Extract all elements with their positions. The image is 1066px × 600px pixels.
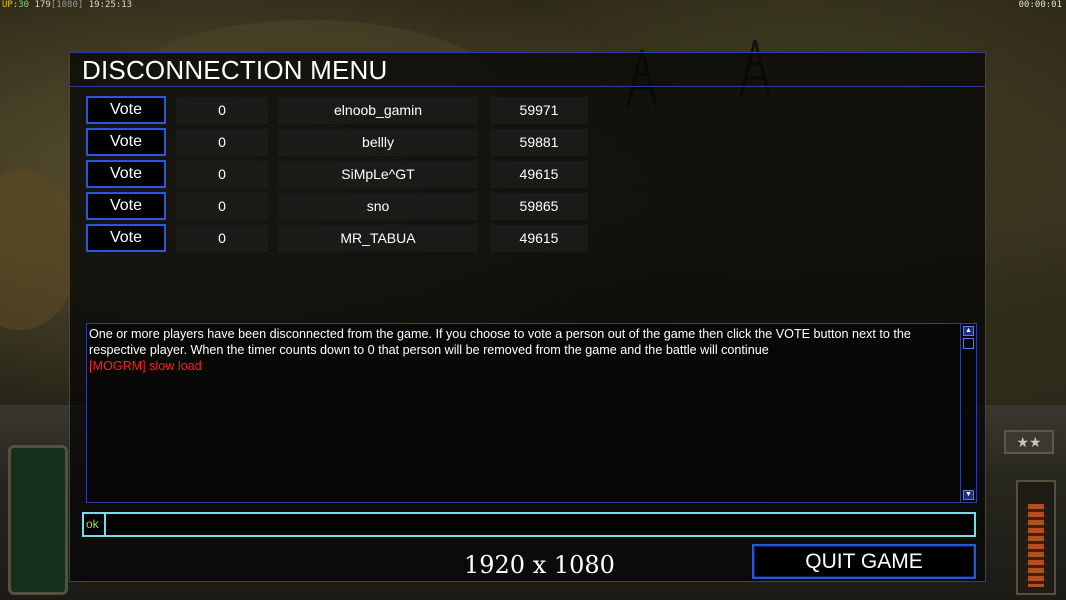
chat-prefix: ok (86, 514, 106, 535)
game-timer: 00:00:01 (1018, 0, 1062, 10)
player-name: MR_TABUA (278, 225, 478, 252)
vote-button[interactable]: Vote (86, 128, 166, 156)
disconnection-menu: DISCONNECTION MENU Vote 0 elnoob_gamin 5… (69, 52, 986, 582)
quit-game-button[interactable]: QUIT GAME (752, 544, 976, 579)
resolution-tag: [1080] (50, 0, 84, 10)
vote-button[interactable]: Vote (86, 224, 166, 252)
player-name: elnoob_gamin (278, 97, 478, 124)
message-log[interactable]: One or more players have been disconnect… (86, 323, 977, 503)
player-timer: 59971 (490, 97, 588, 124)
vote-count: 0 (176, 129, 268, 156)
vote-count: 0 (176, 193, 268, 220)
player-timer: 49615 (490, 161, 588, 188)
debug-status: UP:30 179[1080] 19:25:13 (2, 0, 133, 10)
panel-title: DISCONNECTION MENU (82, 55, 388, 85)
chat-input[interactable] (108, 514, 972, 535)
player-row: Vote 0 SiMpLe^GT 49615 (86, 160, 596, 188)
chat-message: [MOGRM] slow load (89, 359, 202, 373)
scroll-thumb[interactable] (963, 338, 974, 349)
disconnect-message: One or more players have been disconnect… (89, 326, 952, 374)
vote-button[interactable]: Vote (86, 96, 166, 124)
power-meter (1016, 480, 1056, 595)
vote-count: 0 (176, 97, 268, 124)
vote-count: 0 (176, 225, 268, 252)
player-row: Vote 0 sno 59865 (86, 192, 596, 220)
chat-bar: ok (82, 512, 976, 537)
player-timer: 59865 (490, 193, 588, 220)
vote-button[interactable]: Vote (86, 192, 166, 220)
info-text: One or more players have been disconnect… (89, 327, 911, 357)
vote-count: 0 (176, 161, 268, 188)
player-timer: 49615 (490, 225, 588, 252)
player-row: Vote 0 bellly 59881 (86, 128, 596, 156)
scrollbar[interactable]: ▲ ▼ (960, 324, 976, 502)
vote-button[interactable]: Vote (86, 160, 166, 188)
resolution-label: 1920 x 1080 (464, 551, 615, 579)
player-row: Vote 0 elnoob_gamin 59971 (86, 96, 596, 124)
player-name: sno (278, 193, 478, 220)
general-rank-stars: ★★ (1004, 430, 1054, 454)
player-name: bellly (278, 129, 478, 156)
scroll-down-icon[interactable]: ▼ (963, 490, 974, 500)
scroll-up-icon[interactable]: ▲ (963, 326, 974, 336)
player-name: SiMpLe^GT (278, 161, 478, 188)
player-timer: 59881 (490, 129, 588, 156)
clock-value: 19:25:13 (88, 0, 133, 10)
title-divider (70, 86, 985, 87)
frame-value: 179 (34, 0, 51, 10)
fps-value: 30 (18, 0, 30, 10)
radar-panel (8, 445, 68, 595)
player-row: Vote 0 MR_TABUA 49615 (86, 224, 596, 252)
